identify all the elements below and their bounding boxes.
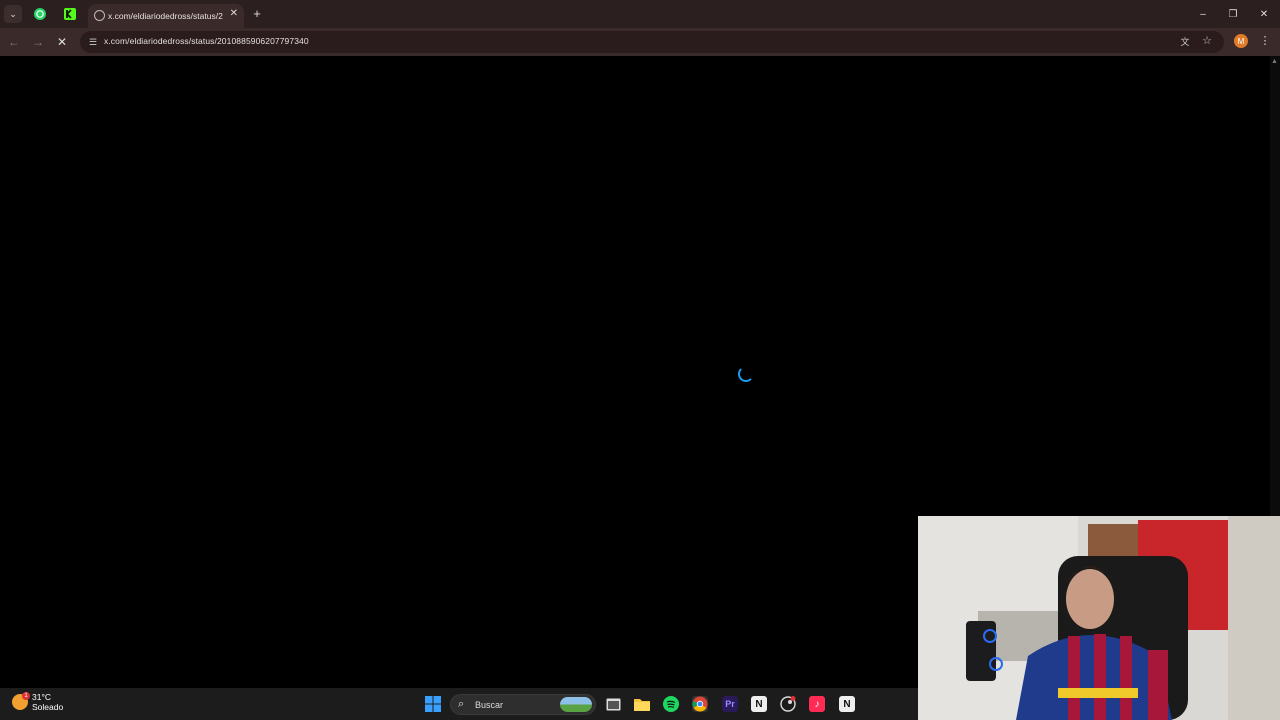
profile-avatar[interactable]: M — [1234, 34, 1248, 48]
loading-spinner — [738, 366, 754, 382]
menu-icon[interactable]: ⋮ — [1258, 34, 1272, 48]
file-explorer-button[interactable] — [634, 696, 650, 712]
chrome-icon — [692, 696, 708, 712]
whatsapp-icon — [34, 8, 46, 20]
search-icon: ⌕ — [458, 698, 465, 710]
premiere-pro-button[interactable]: Pr — [722, 696, 738, 712]
weather-widget[interactable]: 1 31°C Soleado — [12, 692, 63, 712]
back-button[interactable]: ← — [7, 35, 21, 49]
notion-icon: N — [755, 698, 763, 710]
spotify-button[interactable] — [663, 696, 679, 712]
windows-logo-icon — [425, 696, 441, 712]
active-tab[interactable]: x.com/eldiariodedross/status/2 ✕ — [88, 4, 244, 28]
webcam-image — [918, 516, 1280, 720]
weather-temp: 31°C — [32, 692, 51, 702]
premiere-pro-icon: Pr — [725, 699, 735, 709]
bookmark-star-icon[interactable]: ☆ — [1200, 34, 1214, 48]
folder-icon — [634, 699, 650, 711]
windows-start-button[interactable] — [425, 696, 441, 712]
pinned-tab-kick[interactable] — [62, 6, 78, 22]
tiktok-icon: ♪ — [814, 698, 820, 710]
url-text[interactable]: x.com/eldiariodedross/status/20108859062… — [104, 36, 309, 46]
search-highlight-icon — [560, 697, 592, 712]
chevron-down-icon: ⌄ — [9, 8, 17, 19]
close-tab-icon[interactable]: ✕ — [230, 8, 238, 19]
taskbar-search[interactable]: ⌕ Buscar — [450, 694, 596, 715]
kick-icon — [64, 8, 76, 20]
address-bar[interactable]: ☰ x.com/eldiariodedross/status/201088590… — [80, 31, 1224, 53]
steam-button[interactable] — [780, 696, 796, 712]
weather-badge: 1 — [22, 692, 30, 700]
close-window-button[interactable]: ✕ — [1256, 6, 1272, 22]
tab-search-button[interactable]: ⌄ — [4, 5, 22, 23]
notion-calendar-button[interactable]: N — [839, 696, 855, 712]
restore-button[interactable]: ❐ — [1225, 6, 1241, 22]
site-info-icon[interactable]: ☰ — [87, 36, 99, 48]
translate-icon[interactable]: 文 — [1178, 35, 1192, 49]
forward-button[interactable]: → — [31, 35, 45, 49]
notion-calendar-icon: N — [843, 698, 851, 710]
scroll-up-arrow-icon[interactable]: ▲ — [1271, 58, 1278, 65]
new-tab-button[interactable]: + — [250, 6, 264, 21]
webcam-overlay — [918, 516, 1280, 720]
tab-title: x.com/eldiariodedross/status/2 — [108, 11, 223, 21]
pinned-tab-whatsapp[interactable] — [32, 6, 48, 22]
taskbar: 1 31°C Soleado ⌕ Buscar Pr N ♪ N — [0, 688, 918, 720]
stop-button[interactable]: ✕ — [55, 35, 69, 49]
tab-strip: ⌄ x.com/eldiariodedross/status/2 ✕ + – ❐… — [0, 0, 1280, 28]
search-label: Buscar — [475, 700, 504, 710]
loading-favicon-icon — [94, 10, 105, 21]
tiktok-button[interactable]: ♪ — [809, 696, 825, 712]
browser-toolbar: ← → ✕ ☰ x.com/eldiariodedross/status/201… — [0, 28, 1280, 56]
steam-icon — [780, 696, 796, 712]
weather-condition: Soleado — [32, 702, 64, 712]
chrome-button[interactable] — [692, 696, 708, 712]
minimize-button[interactable]: – — [1195, 6, 1211, 22]
sun-icon: 1 — [12, 692, 30, 710]
task-view-icon — [606, 698, 620, 710]
task-view-button[interactable] — [605, 696, 621, 712]
notion-button[interactable]: N — [751, 696, 767, 712]
spotify-icon — [663, 696, 679, 712]
